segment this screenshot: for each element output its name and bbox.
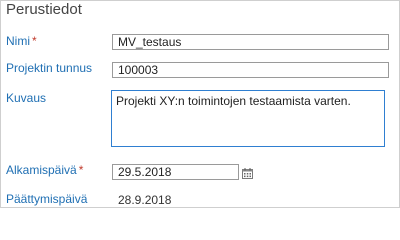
start-date-label-text: Alkamispäivä xyxy=(6,163,77,177)
name-label: Nimi * xyxy=(6,34,37,48)
basic-info-panel: Perustiedot Nimi* Projektin tunnus Kuvau… xyxy=(0,0,400,208)
end-date-value: 28.9.2018 xyxy=(118,193,172,207)
description-textarea[interactable]: Projekti XY:n toimintojen testaamista va… xyxy=(111,90,385,147)
calendar-icon[interactable] xyxy=(242,166,253,179)
start-date-input[interactable] xyxy=(112,164,239,180)
name-input[interactable] xyxy=(112,34,389,50)
project-id-label: Projektin tunnus xyxy=(6,61,93,75)
start-date-required-mark: * xyxy=(78,163,84,177)
start-date-label: Alkamispäivä * xyxy=(6,163,83,177)
project-id-input[interactable] xyxy=(112,62,389,78)
section-title: Perustiedot xyxy=(6,1,82,18)
end-date-label: Päättymispäivä xyxy=(6,192,88,206)
name-required-mark: * xyxy=(32,34,37,48)
name-label-text: Nimi xyxy=(6,34,30,48)
description-label: Kuvaus xyxy=(6,91,47,105)
